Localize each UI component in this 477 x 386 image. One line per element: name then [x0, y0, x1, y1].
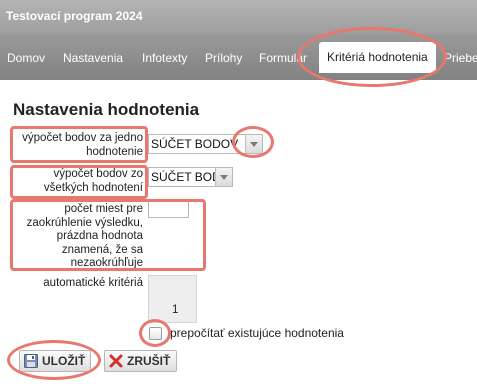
nav-item-priebeh[interactable]: Priebeh: [444, 51, 477, 65]
points-per-evaluation-select[interactable]: SÚČET BODOV: [148, 134, 263, 154]
label-points-all-evaluations: výpočet bodov zo všetkých hodnotení: [43, 168, 143, 194]
app-header: Testovací program 2024: [0, 0, 477, 34]
page-title: Nastavenia hodnotenia: [13, 100, 200, 119]
cancel-button[interactable]: ZRUŠIŤ: [104, 350, 177, 372]
points-per-evaluation-value: SÚČET BODOV: [151, 137, 239, 151]
label-points-per-evaluation: výpočet bodov za jedno hodnotenie: [22, 132, 143, 158]
floppy-disk-icon: [24, 354, 38, 368]
save-button-label: ULOŽIŤ: [42, 354, 86, 368]
label-rounding-places: počet miest pre zaokrúhlenie výsledku, p…: [26, 203, 143, 269]
recalculate-checkbox[interactable]: [149, 327, 162, 340]
auto-criteria-count: 1: [172, 304, 179, 316]
nav-item-formular[interactable]: Formulár: [259, 51, 307, 65]
nav-item-kriteria-hodnotenia[interactable]: Kritériá hodnotenia: [319, 42, 436, 73]
auto-criteria-box: 1: [148, 275, 197, 323]
nav-item-domov[interactable]: Domov: [7, 51, 45, 65]
app-title: Testovací program 2024: [6, 9, 143, 23]
nav-item-prilohy[interactable]: Prílohy: [205, 51, 242, 65]
chevron-down-icon[interactable]: [215, 168, 232, 186]
label-auto-criteria: automatické kritériá: [43, 277, 143, 289]
cancel-button-label: ZRUŠIŤ: [127, 354, 171, 368]
save-button[interactable]: ULOŽIŤ: [19, 350, 91, 372]
recalculate-label: prepočítať existujúce hodnotenia: [170, 326, 344, 340]
x-icon: [109, 354, 123, 368]
nav-item-infotexty[interactable]: Infotexty: [142, 51, 187, 65]
chevron-down-icon[interactable]: [245, 135, 262, 153]
nav-item-nastavenia[interactable]: Nastavenia: [63, 51, 123, 65]
points-all-evaluations-select[interactable]: SÚČET BODOV: [148, 167, 233, 187]
main-nav: Domov Nastavenia Infotexty Prílohy Formu…: [0, 34, 477, 80]
rounding-places-input[interactable]: [148, 199, 189, 218]
